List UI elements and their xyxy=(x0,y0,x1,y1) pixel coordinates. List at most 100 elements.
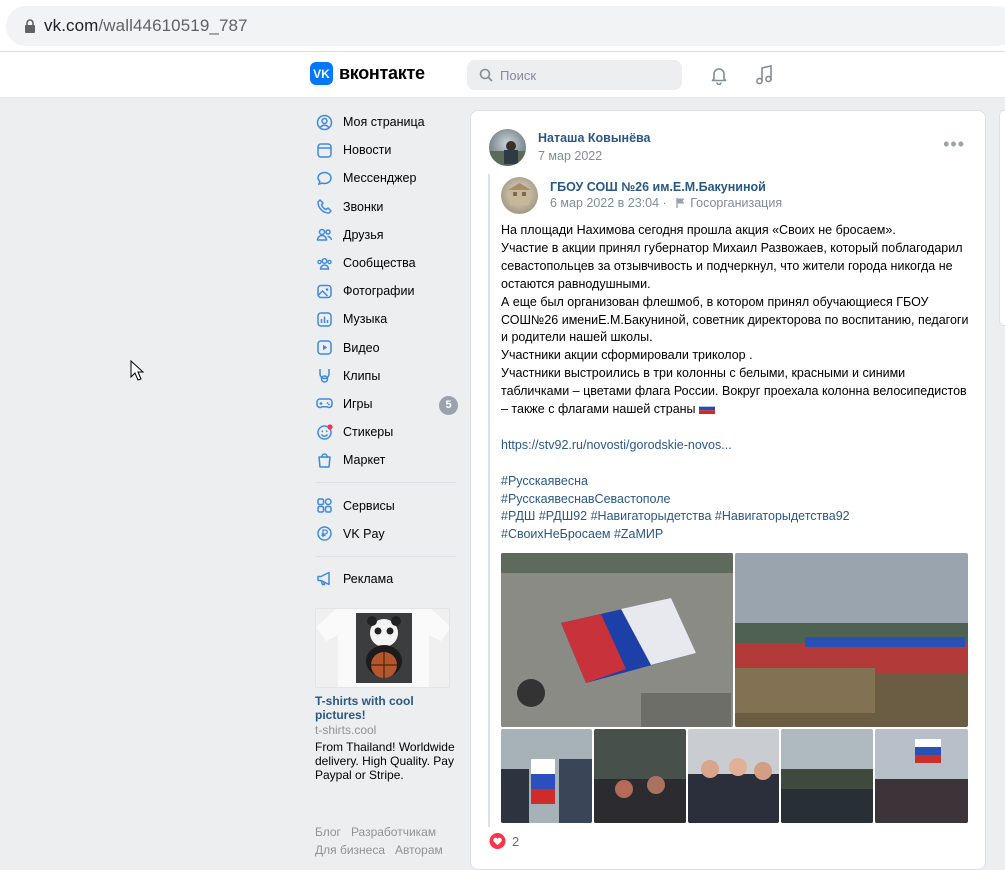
nav-item-friends[interactable]: Друзья xyxy=(310,221,460,249)
groups-icon xyxy=(316,255,333,272)
post-link[interactable]: https://stv92.ru/novosti/gorodskie-novos… xyxy=(501,438,732,452)
mouse-cursor-icon xyxy=(130,360,144,381)
nav-item-vkpay[interactable]: VK Pay xyxy=(310,520,460,548)
megaphone-icon xyxy=(316,570,333,587)
nav-item-label: Клипы xyxy=(343,368,381,383)
nav-divider xyxy=(316,555,456,557)
post-paragraph-text: Участники выстроились в три колонны с бе… xyxy=(501,366,971,417)
hashtag[interactable]: #РДШ #РДШ92 #Навигаторыдетства #Навигато… xyxy=(501,508,971,526)
flag-icon xyxy=(676,198,685,208)
repost-org-type: Госорганизация xyxy=(690,196,783,210)
footer-link-blog[interactable]: Блог xyxy=(315,825,341,839)
footer-link-business[interactable]: Для бизнеса xyxy=(315,843,385,857)
lock-icon xyxy=(25,19,35,33)
like-button[interactable]: 2 xyxy=(489,833,519,849)
photo-students[interactable] xyxy=(688,729,779,823)
author-avatar[interactable] xyxy=(489,129,526,166)
friends-icon xyxy=(316,226,333,243)
nav-item-label: Друзья xyxy=(343,227,384,242)
search-placeholder: Поиск xyxy=(500,68,537,83)
photo-governor-crowd[interactable] xyxy=(594,729,686,823)
news-icon xyxy=(316,142,333,159)
ad-text: From Thailand! Worldwide delivery. High … xyxy=(315,740,455,782)
nav-item-phone[interactable]: Звонки xyxy=(310,193,460,221)
gamepad-icon xyxy=(316,395,333,412)
nav-item-music[interactable]: Музыка xyxy=(310,305,460,333)
nav-item-label: Мессенджер xyxy=(343,171,417,186)
nav-item-label: Музыка xyxy=(343,312,388,327)
wall-post: Наташа Ковынёва 7 мар 2022 ••• ГБОУ СОШ … xyxy=(470,110,986,870)
ad-title[interactable]: T-shirts with cool pictures! xyxy=(315,694,455,722)
browser-address-bar: vk.com/wall44610519_787 xyxy=(0,0,1005,52)
nav-item-user-circle[interactable]: Моя страница xyxy=(310,108,460,136)
nav-item-label: Сервисы xyxy=(343,498,395,513)
like-count: 2 xyxy=(512,833,520,849)
nav-item-news[interactable]: Новости xyxy=(310,136,460,164)
post-paragraph: А еще был организован флешмоб, в котором… xyxy=(501,294,972,345)
nav-item-label: Видео xyxy=(343,340,380,355)
nav-item-megaphone[interactable]: Реклама xyxy=(310,565,460,593)
post-author[interactable]: Наташа Ковынёва xyxy=(538,131,651,145)
post-date[interactable]: 7 мар 2022 xyxy=(538,149,602,163)
nav-item-label: Фотографии xyxy=(343,284,415,299)
chat-icon xyxy=(316,170,333,187)
photo-grid xyxy=(501,553,968,823)
nav-item-photo[interactable]: Фотографии xyxy=(310,277,460,305)
repost-indicator xyxy=(488,174,490,827)
nav-item-groups[interactable]: Сообщества xyxy=(310,249,460,277)
more-options-icon[interactable]: ••• xyxy=(943,135,965,153)
group-avatar[interactable] xyxy=(501,177,538,214)
repost-group-name[interactable]: ГБОУ СОШ №26 им.Е.М.Бакуниной xyxy=(550,180,766,194)
clips-icon xyxy=(316,367,333,384)
heart-icon xyxy=(489,833,506,849)
advertisement[interactable]: T-shirts with cool pictures! t-shirts.co… xyxy=(315,608,455,782)
photo-crowd-flags[interactable] xyxy=(875,729,968,823)
nav-item-label: Игры xyxy=(343,396,373,411)
nav-item-video[interactable]: Видео xyxy=(310,334,460,362)
footer-link-authors[interactable]: Авторам xyxy=(395,843,443,857)
hashtag[interactable]: #РусскаявеснавСевастополе xyxy=(501,491,971,509)
nav-item-label: Моя страница xyxy=(343,115,425,130)
photo-icon xyxy=(316,283,333,300)
photo-crowd-with-red-signs[interactable] xyxy=(735,553,968,727)
repost-date[interactable]: 6 мар 2022 в 23:04 xyxy=(550,196,659,210)
search-input[interactable]: Поиск xyxy=(467,60,682,90)
footer-links: Блог Разработчикам Для бизнеса Авторам xyxy=(315,823,465,859)
nav-item-market[interactable]: Маркет xyxy=(310,446,460,474)
nav-item-label: Сообщества xyxy=(343,256,416,271)
nav-item-chat[interactable]: Мессенджер xyxy=(310,164,460,192)
nav-item-services[interactable]: Сервисы xyxy=(310,491,460,519)
photo-aerial-tricolor[interactable] xyxy=(501,553,733,727)
vkpay-icon xyxy=(316,525,333,542)
hashtag[interactable]: #СвоихНеБросаем #ZаМИР xyxy=(501,526,971,544)
video-icon xyxy=(316,339,333,356)
side-panel xyxy=(999,110,1005,326)
nav-item-label: VK Pay xyxy=(343,526,385,541)
bell-icon[interactable] xyxy=(709,65,729,85)
nav-item-clips[interactable]: Клипы xyxy=(310,362,460,390)
photo-people-with-flag[interactable] xyxy=(501,729,592,823)
hashtag[interactable]: #Русскаявесна xyxy=(501,473,971,491)
services-icon xyxy=(316,497,333,514)
russia-flag-emoji-icon xyxy=(698,402,716,415)
post-paragraph: Участники выстроились в три колонны с бе… xyxy=(501,365,971,419)
vk-logo[interactable]: VK вконтакте xyxy=(310,62,425,85)
logo-text: вконтакте xyxy=(339,63,425,83)
notification-badge: 5 xyxy=(439,395,458,415)
nav-item-label: Реклама xyxy=(343,571,394,586)
post-text: На площади Нахимова сегодня прошла акция… xyxy=(501,222,971,544)
search-icon xyxy=(479,68,493,82)
nav-item-label: Новости xyxy=(343,143,392,158)
url-text: vk.com/wall44610519_787 xyxy=(44,16,248,35)
url-field[interactable]: vk.com/wall44610519_787 xyxy=(6,6,1005,46)
user-circle-icon xyxy=(316,114,333,131)
ad-image[interactable] xyxy=(315,608,450,688)
nav-item-sticker[interactable]: Стикеры xyxy=(310,418,460,446)
nav-item-gamepad[interactable]: Игры 5 xyxy=(310,390,460,418)
post-paragraph: Участие в акции принял губернатор Михаил… xyxy=(501,240,967,291)
left-navigation: Моя страница Новости Мессенджер Звонки Друзь… xyxy=(310,108,460,593)
music-note-icon[interactable] xyxy=(754,64,774,86)
footer-link-developers[interactable]: Разработчикам xyxy=(351,825,436,839)
photo-crowd-square[interactable] xyxy=(781,729,873,823)
vk-logo-icon: VK xyxy=(310,62,333,85)
